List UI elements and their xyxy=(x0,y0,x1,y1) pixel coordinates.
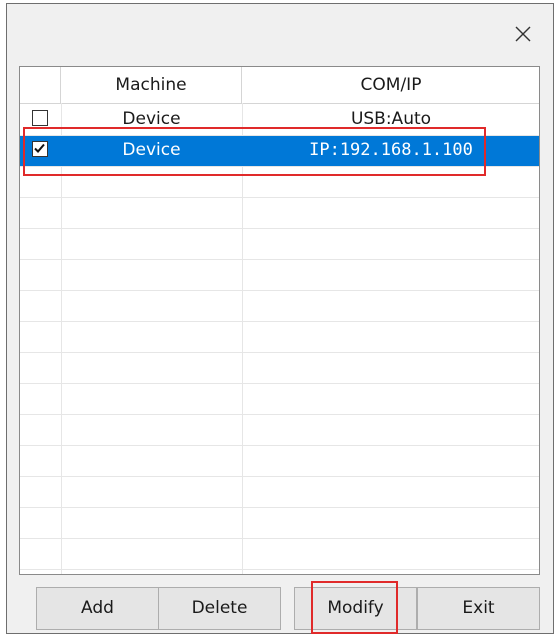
row-divider xyxy=(20,228,539,229)
list-header: Machine COM/IP xyxy=(20,67,539,104)
row-divider xyxy=(20,197,539,198)
row-divider xyxy=(20,445,539,446)
row-checkbox-checked[interactable] xyxy=(32,141,48,157)
add-button[interactable]: Add xyxy=(36,587,159,630)
row-divider xyxy=(20,414,539,415)
row-divider xyxy=(20,538,539,539)
device-list[interactable]: Machine COM/IP Device USB:Auto Device IP… xyxy=(19,66,540,575)
row-divider xyxy=(20,476,539,477)
list-item[interactable]: Device USB:Auto xyxy=(20,104,539,135)
row-divider xyxy=(20,569,539,570)
close-button[interactable] xyxy=(511,22,535,46)
row-divider xyxy=(20,135,539,136)
close-icon xyxy=(515,26,531,42)
grid-divider xyxy=(61,103,62,574)
delete-button[interactable]: Delete xyxy=(158,587,281,630)
header-checkbox-column[interactable] xyxy=(20,67,61,103)
com-ip-cell: IP:192.168.1.100 xyxy=(309,140,473,160)
row-divider xyxy=(20,290,539,291)
row-divider xyxy=(20,166,539,167)
checkmark-icon xyxy=(34,143,45,153)
row-divider xyxy=(20,321,539,322)
machine-cell: Device xyxy=(122,109,181,129)
exit-button[interactable]: Exit xyxy=(417,587,540,630)
machine-cell: Device xyxy=(122,140,181,160)
row-checkbox[interactable] xyxy=(32,110,48,126)
row-divider xyxy=(20,259,539,260)
row-divider xyxy=(20,507,539,508)
list-item-selected[interactable]: Device IP:192.168.1.100 xyxy=(20,135,539,166)
row-divider xyxy=(20,352,539,353)
grid-divider xyxy=(242,103,243,574)
com-ip-cell: USB:Auto xyxy=(350,109,432,129)
header-machine[interactable]: Machine xyxy=(61,67,242,103)
modify-button[interactable]: Modify xyxy=(294,587,417,630)
row-divider xyxy=(20,383,539,384)
header-com-ip[interactable]: COM/IP xyxy=(242,67,539,103)
